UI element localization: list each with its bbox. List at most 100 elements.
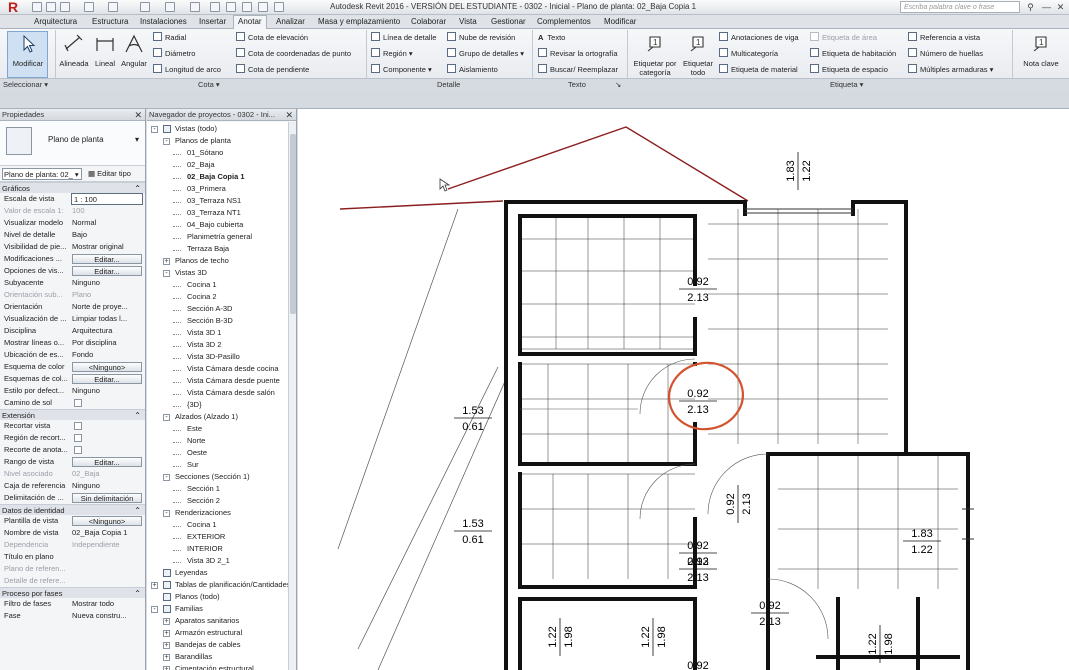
- browser-item[interactable]: Bandejas de cables: [175, 640, 240, 651]
- chevron-down-icon[interactable]: ▾: [135, 135, 139, 144]
- property-row[interactable]: Opciones de vis... Editar...: [0, 265, 145, 277]
- lineal-button[interactable]: Lineal: [92, 33, 118, 68]
- redo-icon[interactable]: [108, 2, 118, 12]
- browser-item[interactable]: Este: [187, 424, 202, 435]
- browser-item[interactable]: Planos (todo): [175, 592, 220, 603]
- browser-item[interactable]: Cimentación estructural: [175, 664, 254, 670]
- property-row[interactable]: Nivel de detalle Bajo: [0, 229, 145, 241]
- drawing-canvas[interactable]: 0.92 2.13 0.92 2.13 1.53 0.61 1.53 0.61 0.92 2.13…: [298, 109, 1069, 670]
- browser-item[interactable]: Barandillas: [175, 652, 212, 663]
- thin-lines-icon[interactable]: [242, 2, 252, 12]
- browser-item[interactable]: Aparatos sanitarios: [175, 616, 239, 627]
- property-row[interactable]: Delimitación de ... Sin delimitación: [0, 492, 145, 504]
- browser-item[interactable]: Vista 3D 1: [187, 328, 221, 339]
- property-row[interactable]: Mostrar líneas o... Por disciplina: [0, 337, 145, 349]
- etiqueta-area-button[interactable]: Etiqueta de área: [810, 32, 877, 44]
- undo-icon[interactable]: [84, 2, 94, 12]
- browser-scrollbar[interactable]: [288, 122, 296, 670]
- browser-item[interactable]: Sur: [187, 460, 199, 471]
- door-tag[interactable]: 1.53 0.61: [454, 405, 492, 433]
- browser-item[interactable]: Renderizaciones: [175, 508, 231, 519]
- property-edit-button[interactable]: Editar...: [72, 266, 142, 276]
- browser-item[interactable]: Vista 3D 2_1: [187, 556, 230, 567]
- property-row[interactable]: Visibilidad de pie... Mostrar original: [0, 241, 145, 253]
- browser-item[interactable]: 03_Terraza NT1: [187, 208, 241, 219]
- etiqueta-espacio-button[interactable]: Etiqueta de espacio: [810, 64, 888, 76]
- browser-item[interactable]: Secciones (Sección 1): [175, 472, 250, 483]
- property-row[interactable]: Escala de vista 1 : 100: [0, 193, 145, 205]
- browser-item[interactable]: Norte: [187, 436, 205, 447]
- browser-item[interactable]: Alzados (Alzado 1): [175, 412, 238, 423]
- longitud-arco-button[interactable]: Longitud de arco: [153, 64, 221, 76]
- property-row[interactable]: Nivel asociado 02_Baja: [0, 468, 145, 480]
- nota-clave-button[interactable]: 1 Nota clave: [1018, 33, 1064, 68]
- property-row[interactable]: Nombre de vista 02_Baja Copia 1: [0, 527, 145, 539]
- modificar-tool[interactable]: Modificar: [8, 33, 48, 68]
- property-edit-button[interactable]: Sin delimitación: [72, 493, 142, 503]
- property-row[interactable]: Región de recort...: [0, 432, 145, 444]
- cota-elevacion-button[interactable]: Cota de elevación: [236, 32, 308, 44]
- door-tag-vertical[interactable]: 1.83 1.22: [785, 152, 813, 190]
- browser-item[interactable]: Vistas 3D: [175, 268, 207, 279]
- collapse-toggle[interactable]: -: [163, 270, 170, 277]
- property-edit-button[interactable]: Editar...: [72, 457, 142, 467]
- close-icon[interactable]: ✕: [285, 109, 293, 121]
- diametro-button[interactable]: Diámetro: [153, 48, 195, 60]
- expand-toggle[interactable]: +: [163, 642, 170, 649]
- multicategoria-button[interactable]: Multicategoría: [719, 48, 778, 60]
- cota-pendiente-button[interactable]: Cota de pendiente: [236, 64, 309, 76]
- tab-vista[interactable]: Vista: [459, 16, 477, 29]
- etiqueta-material-button[interactable]: Etiqueta de material: [719, 64, 798, 76]
- property-row[interactable]: Subyacente Ninguno: [0, 277, 145, 289]
- browser-item[interactable]: 04_Bajo cubierta: [187, 220, 243, 231]
- property-row[interactable]: Plantilla de vista <Ninguno>: [0, 515, 145, 527]
- property-row[interactable]: Plano de referen...: [0, 563, 145, 575]
- close-icon[interactable]: ✕: [1054, 1, 1067, 14]
- binoculars-icon[interactable]: ⚲: [1024, 1, 1037, 14]
- browser-item[interactable]: Tablas de planificación/Cantidades: [175, 580, 291, 591]
- alineada-button[interactable]: Alineada: [58, 33, 90, 68]
- property-row[interactable]: Orientación Norte de proye...: [0, 301, 145, 313]
- property-edit-button[interactable]: <Ninguno>: [72, 516, 142, 526]
- scroll-thumb[interactable]: [290, 134, 296, 314]
- nube-revision-button[interactable]: Nube de revisión: [447, 32, 515, 44]
- instance-selector[interactable]: Plano de planta: 02_ ▾: [2, 168, 82, 180]
- property-checkbox[interactable]: [74, 434, 82, 442]
- numero-huellas-button[interactable]: Número de huellas: [908, 48, 983, 60]
- property-row[interactable]: Título en plano: [0, 551, 145, 563]
- grupo-detalles-button[interactable]: Grupo de detalles ▾: [447, 48, 524, 60]
- browser-item[interactable]: Vistas (todo): [175, 124, 217, 135]
- tab-colaborar[interactable]: Colaborar: [411, 16, 446, 29]
- browser-item[interactable]: INTERIOR: [187, 544, 223, 555]
- close-icon[interactable]: ✕: [134, 109, 142, 121]
- aislamiento-button[interactable]: Aislamiento: [447, 64, 498, 76]
- browser-item[interactable]: Planimetría general: [187, 232, 252, 243]
- browser-item[interactable]: Vista 3D-Pasillo: [187, 352, 240, 363]
- browser-item[interactable]: Cocina 1: [187, 520, 217, 531]
- browser-item[interactable]: Sección B-3D: [187, 316, 233, 327]
- property-row[interactable]: Recortar vista: [0, 420, 145, 432]
- door-tag-vertical[interactable]: 1.22 1.98: [640, 618, 668, 656]
- etiquetar-categoria-button[interactable]: 1 Etiquetar por categoría: [632, 33, 678, 77]
- section-graficos[interactable]: Gráficos ⌃: [0, 182, 145, 193]
- floor-plan[interactable]: 0.92 2.13 0.92 2.13 1.53 0.61 1.53 0.61 0.92 2.13…: [298, 109, 1069, 670]
- property-row[interactable]: Fase Nueva constru...: [0, 610, 145, 622]
- property-row[interactable]: Recorte de anota...: [0, 444, 145, 456]
- browser-item[interactable]: Leyendas: [175, 568, 208, 579]
- browser-item[interactable]: EXTERIOR: [187, 532, 225, 543]
- property-row[interactable]: Disciplina Arquitectura: [0, 325, 145, 337]
- property-row[interactable]: Visualización de ... Limpiar todas l...: [0, 313, 145, 325]
- region-button[interactable]: Región ▾: [371, 48, 413, 60]
- browser-item[interactable]: Sección 2: [187, 496, 220, 507]
- property-row[interactable]: Detalle de refere...: [0, 575, 145, 587]
- door-tag[interactable]: 1.83 1.22: [903, 528, 941, 556]
- section-identidad[interactable]: Datos de identidad ⌃: [0, 504, 145, 515]
- property-row[interactable]: Visualizar modelo Normal: [0, 217, 145, 229]
- door-tag[interactable]: 0.92 2.13: [679, 276, 717, 304]
- angular-button[interactable]: Angular: [118, 33, 150, 68]
- browser-item[interactable]: Sección A-3D: [187, 304, 232, 315]
- door-tag[interactable]: 0.92 2.13: [679, 388, 717, 416]
- property-row[interactable]: Estilo por defect... Ninguno: [0, 385, 145, 397]
- property-input[interactable]: 1 : 100: [71, 193, 143, 205]
- property-row[interactable]: Caja de referencia Ninguno: [0, 480, 145, 492]
